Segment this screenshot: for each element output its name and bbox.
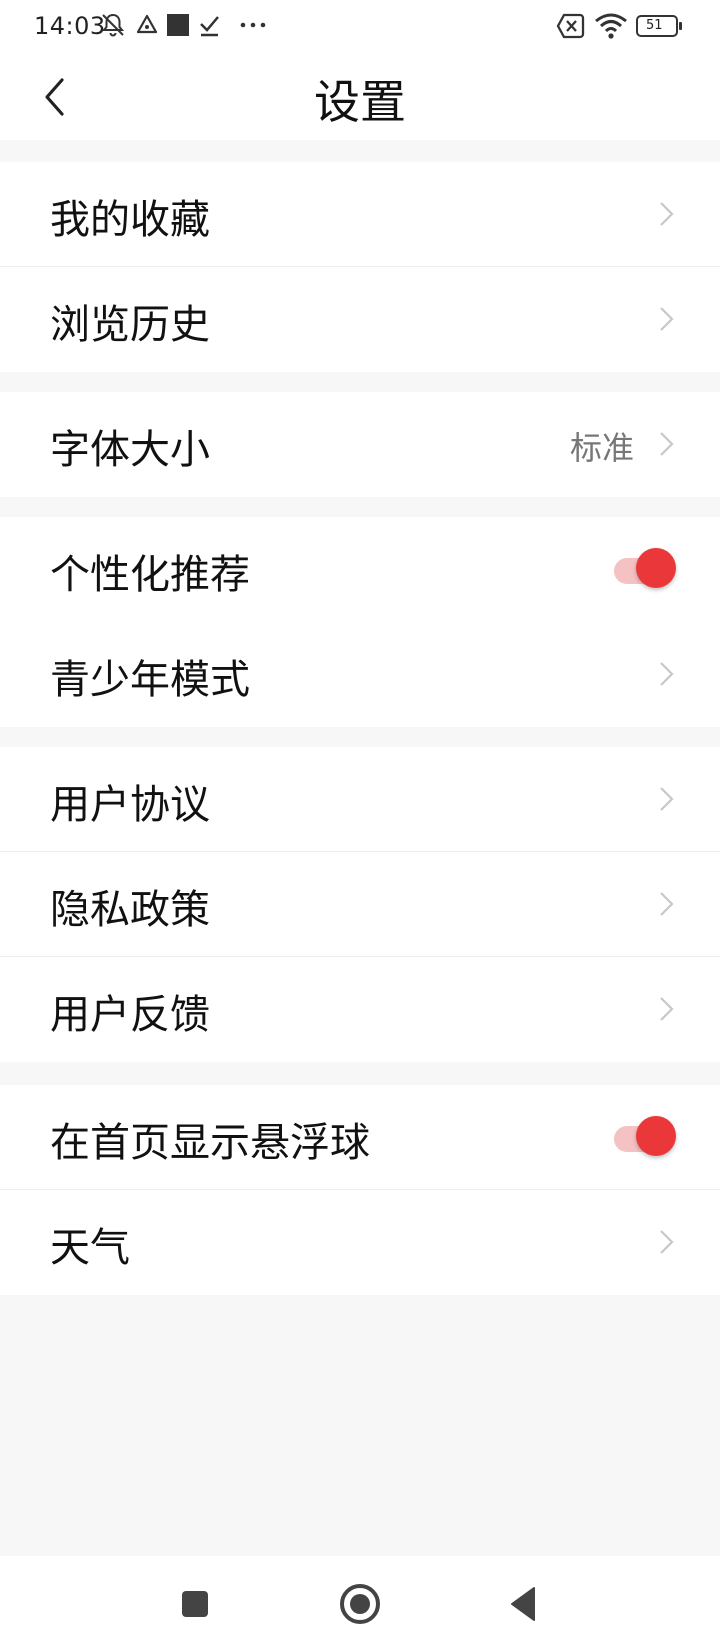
row-label: 我的收藏 (50, 197, 210, 243)
settings-row-user-feedback[interactable]: 用户反馈 (0, 957, 720, 1062)
settings-row-personalized-recommendation: 个性化推荐 (0, 517, 720, 622)
settings-group-content: 个性化推荐 青少年模式 (0, 517, 720, 727)
home-icon[interactable] (336, 1580, 384, 1628)
settings-group-home: 在首页显示悬浮球 天气 (0, 1085, 720, 1295)
header: 设置 (0, 54, 720, 140)
chevron-right-icon (660, 1230, 674, 1254)
settings-row-floating-ball: 在首页显示悬浮球 (0, 1085, 720, 1190)
settings-group-history: 我的收藏 浏览历史 (0, 162, 720, 372)
battery-level: 51 (646, 18, 663, 33)
chevron-right-icon (660, 892, 674, 916)
row-label: 用户协议 (50, 782, 210, 828)
row-label: 用户反馈 (50, 992, 210, 1038)
muted-bell-icon (101, 13, 125, 37)
settings-row-teen-mode[interactable]: 青少年模式 (0, 622, 720, 727)
square-app-icon (167, 14, 189, 36)
row-label: 在首页显示悬浮球 (50, 1120, 370, 1166)
settings-group-legal: 用户协议 隐私政策 用户反馈 (0, 747, 720, 1062)
chevron-right-icon (660, 307, 674, 331)
row-label: 字体大小 (50, 427, 210, 473)
chevron-right-icon (660, 202, 674, 226)
status-bar: 14:03 51 (0, 0, 720, 54)
recent-apps-icon[interactable] (171, 1580, 219, 1628)
toggle-knob (636, 548, 676, 588)
settings-row-weather[interactable]: 天气 (0, 1190, 720, 1295)
row-label: 个性化推荐 (50, 552, 250, 598)
back-icon[interactable] (500, 1580, 548, 1628)
status-time: 14:03 (34, 12, 106, 40)
page-title: 设置 (314, 75, 406, 129)
floating-ball-toggle[interactable] (610, 1116, 676, 1158)
chevron-right-icon (660, 997, 674, 1021)
more-dots-icon (240, 22, 266, 28)
settings-row-privacy-policy[interactable]: 隐私政策 (0, 852, 720, 957)
font-size-value: 标准 (569, 429, 634, 467)
chevron-right-icon (660, 662, 674, 686)
battery-icon: 51 (636, 14, 684, 38)
system-nav-bar (0, 1556, 720, 1650)
row-label: 浏览历史 (50, 302, 210, 348)
toggle-knob (636, 1116, 676, 1156)
chevron-right-icon (660, 432, 674, 456)
settings-row-user-agreement[interactable]: 用户协议 (0, 747, 720, 852)
settings-row-browsing-history[interactable]: 浏览历史 (0, 267, 720, 372)
row-label: 天气 (50, 1225, 130, 1271)
chevron-right-icon (660, 787, 674, 811)
check-icon (200, 16, 219, 37)
settings-row-favorites[interactable]: 我的收藏 (0, 162, 720, 267)
wifi-icon (595, 13, 627, 39)
settings-row-font-size[interactable]: 字体大小 标准 (0, 392, 720, 497)
row-label: 青少年模式 (50, 657, 250, 703)
no-sim-icon (556, 13, 585, 39)
settings-group-font: 字体大小 标准 (0, 392, 720, 497)
row-label: 隐私政策 (50, 887, 210, 933)
personalized-recommendation-toggle[interactable] (610, 548, 676, 590)
alert-triangle-icon (136, 14, 158, 34)
